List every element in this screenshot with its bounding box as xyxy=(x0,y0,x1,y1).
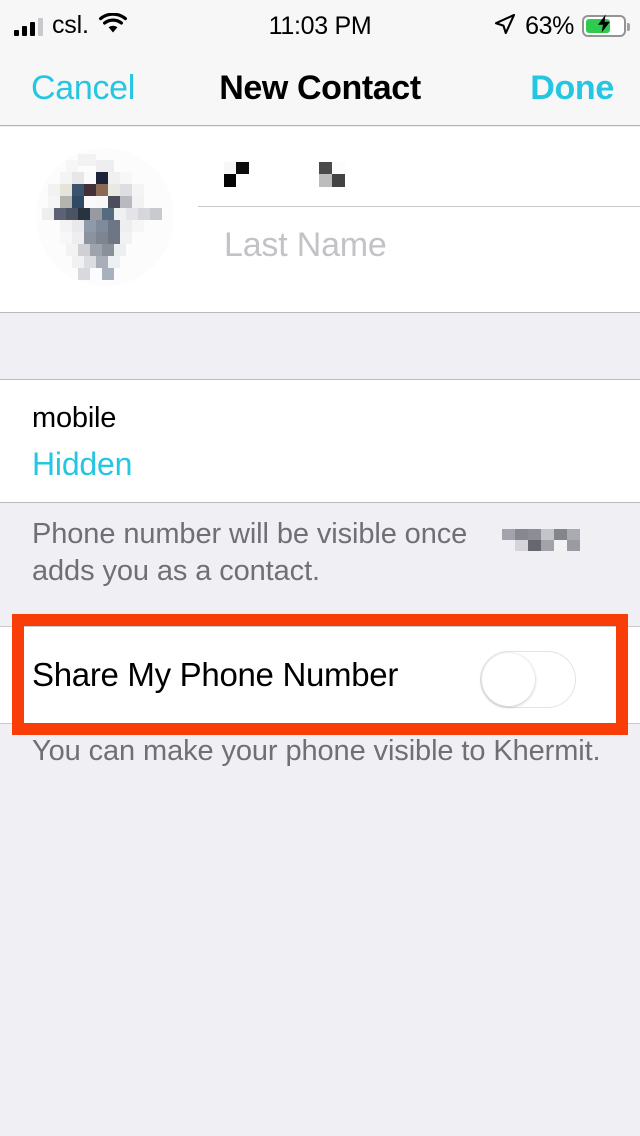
status-bar-right: 63% xyxy=(493,0,630,52)
phone-number-value[interactable]: Hidden xyxy=(32,446,132,483)
phone-section[interactable]: mobile Hidden xyxy=(0,380,640,503)
first-name-input[interactable] xyxy=(198,139,640,207)
last-name-input[interactable]: Last Name xyxy=(198,209,640,281)
phone-visibility-note-line1: Phone number will be visible once xyxy=(32,518,468,550)
clock-label: 11:03 PM xyxy=(268,11,372,40)
location-arrow-icon xyxy=(493,12,517,41)
status-bar: csl. 11:03 PM 63% xyxy=(0,0,640,52)
redacted-contact-name xyxy=(498,526,584,556)
share-phone-footer-note: You can make your phone visible to Kherm… xyxy=(32,735,601,767)
share-my-phone-number-label: Share My Phone Number xyxy=(32,656,399,693)
battery-charging-icon xyxy=(582,14,630,37)
section-gap xyxy=(0,313,640,380)
phone-type-label[interactable]: mobile xyxy=(32,402,116,435)
battery-percent-label: 63% xyxy=(525,11,574,40)
share-my-phone-number-row[interactable]: Share My Phone Number xyxy=(0,626,640,724)
share-my-phone-number-toggle[interactable] xyxy=(480,651,576,708)
iphone-new-contact-screen: csl. 11:03 PM 63% Cancel New Contact Don… xyxy=(0,0,640,1136)
name-section: Last Name xyxy=(0,127,640,313)
navigation-bar: Cancel New Contact Done xyxy=(0,52,640,126)
last-name-placeholder: Last Name xyxy=(224,225,387,264)
toggle-knob xyxy=(482,653,535,706)
done-button[interactable]: Done xyxy=(530,52,614,125)
phone-visibility-note-line2: adds you as a contact. xyxy=(32,555,320,587)
contact-photo-avatar[interactable] xyxy=(36,148,174,286)
redacted-first-name xyxy=(224,161,364,195)
phone-visibility-note: Phone number will be visible once adds y… xyxy=(0,504,640,614)
